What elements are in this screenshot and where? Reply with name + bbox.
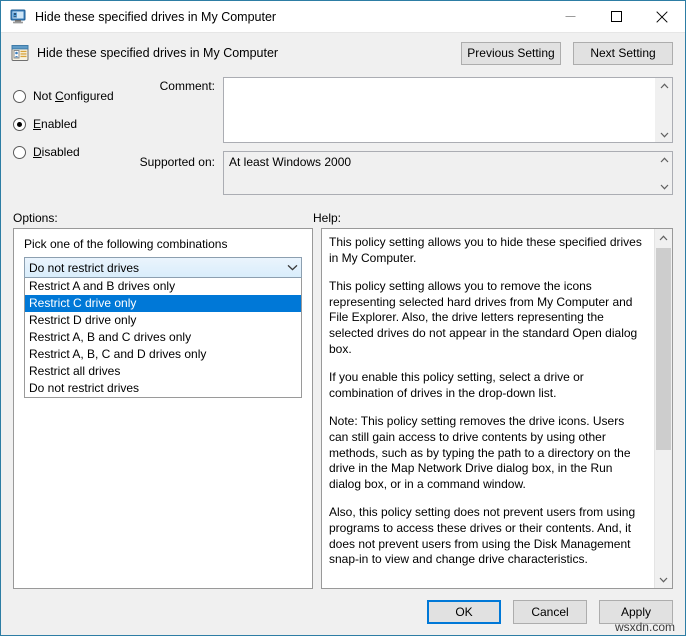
- ok-button[interactable]: OK: [427, 600, 501, 624]
- scroll-up-icon[interactable]: [655, 229, 672, 246]
- supported-on-box: At least Windows 2000: [223, 151, 673, 195]
- list-item[interactable]: Restrict D drive only: [25, 312, 301, 329]
- options-panel: Pick one of the following combinations D…: [13, 228, 313, 589]
- help-paragraph: If you enable this policy setting, selec…: [329, 370, 646, 401]
- scroll-down-icon[interactable]: [656, 179, 672, 194]
- list-item[interactable]: Restrict A and B drives only: [25, 278, 301, 295]
- radio-enabled[interactable]: Enabled: [13, 110, 135, 138]
- supported-on-row: Supported on: At least Windows 2000: [135, 151, 673, 195]
- help-paragraph: Note: This policy setting removes the dr…: [329, 414, 646, 492]
- radio-enabled-label: Enabled: [33, 117, 77, 131]
- minimize-button[interactable]: [547, 1, 593, 32]
- setting-title: Hide these specified drives in My Comput…: [37, 46, 461, 60]
- help-label: Help:: [313, 211, 341, 225]
- list-item[interactable]: Restrict A, B and C drives only: [25, 329, 301, 346]
- watermark: wsxdn.com: [615, 620, 675, 634]
- help-paragraph: Also, this policy setting does not preve…: [329, 505, 646, 567]
- comment-scrollbar[interactable]: [655, 78, 672, 142]
- help-scrollbar-thumb[interactable]: [656, 248, 671, 450]
- policy-setting-dialog: Hide these specified drives in My Comput…: [0, 0, 686, 636]
- supported-on-scrollbar[interactable]: [655, 152, 672, 194]
- help-scrollbar[interactable]: [654, 229, 672, 588]
- supported-on-value: At least Windows 2000: [224, 152, 655, 194]
- radio-disabled-indicator: [13, 146, 26, 159]
- combo-caption: Pick one of the following combinations: [24, 237, 302, 251]
- list-item[interactable]: Restrict all drives: [25, 363, 301, 380]
- maximize-button[interactable]: [593, 1, 639, 32]
- radio-not-configured-indicator: [13, 90, 26, 103]
- info-fields: Comment: Supported on:: [135, 77, 673, 203]
- scroll-down-icon[interactable]: [656, 127, 672, 142]
- list-item[interactable]: Restrict A, B, C and D drives only: [25, 346, 301, 363]
- help-paragraph: This policy setting allows you to remove…: [329, 279, 646, 357]
- policy-state-radio-group: Not Configured Enabled Disabled: [13, 77, 135, 203]
- options-label: Options:: [13, 211, 313, 225]
- state-and-info-section: Not Configured Enabled Disabled Comment:: [1, 73, 685, 203]
- list-item[interactable]: Do not restrict drives: [25, 380, 301, 397]
- radio-not-configured[interactable]: Not Configured: [13, 82, 135, 110]
- computer-policy-icon: [10, 9, 27, 25]
- help-text: This policy setting allows you to hide t…: [322, 229, 654, 588]
- previous-setting-button[interactable]: Previous Setting: [461, 42, 561, 65]
- close-button[interactable]: [639, 1, 685, 32]
- comment-row: Comment:: [135, 77, 673, 143]
- drive-combo-dropdown[interactable]: Restrict A and B drives only Restrict C …: [24, 278, 302, 398]
- cancel-button[interactable]: Cancel: [513, 600, 587, 624]
- chevron-down-icon[interactable]: [283, 264, 301, 271]
- setting-header: Hide these specified drives in My Comput…: [1, 33, 685, 73]
- comment-input[interactable]: [224, 78, 655, 142]
- window-controls: [547, 1, 685, 32]
- section-labels: Options: Help:: [1, 203, 685, 228]
- scroll-down-icon[interactable]: [655, 571, 672, 588]
- policy-setting-icon: [11, 44, 29, 62]
- list-item[interactable]: Restrict C drive only: [25, 295, 301, 312]
- scroll-up-icon[interactable]: [656, 78, 672, 93]
- radio-enabled-indicator: [13, 118, 26, 131]
- next-setting-button[interactable]: Next Setting: [573, 42, 673, 65]
- window-title: Hide these specified drives in My Comput…: [35, 10, 547, 24]
- radio-disabled-label: Disabled: [33, 145, 80, 159]
- comment-box[interactable]: [223, 77, 673, 143]
- drive-combo-value: Do not restrict drives: [25, 261, 283, 275]
- panels-container: Pick one of the following combinations D…: [1, 228, 685, 589]
- dialog-footer: OK Cancel Apply wsxdn.com: [1, 589, 685, 635]
- scroll-up-icon[interactable]: [656, 152, 672, 167]
- help-scrollbar-track[interactable]: [655, 246, 672, 571]
- drive-combo-box[interactable]: Do not restrict drives: [24, 257, 302, 278]
- field-spacer: [135, 143, 673, 151]
- supported-on-label: Supported on:: [135, 151, 223, 169]
- help-paragraph: This policy setting allows you to hide t…: [329, 235, 646, 266]
- help-panel: This policy setting allows you to hide t…: [321, 228, 673, 589]
- radio-not-configured-label: Not Configured: [33, 89, 114, 103]
- radio-disabled[interactable]: Disabled: [13, 138, 135, 166]
- title-bar: Hide these specified drives in My Comput…: [1, 1, 685, 33]
- comment-label: Comment:: [135, 77, 223, 93]
